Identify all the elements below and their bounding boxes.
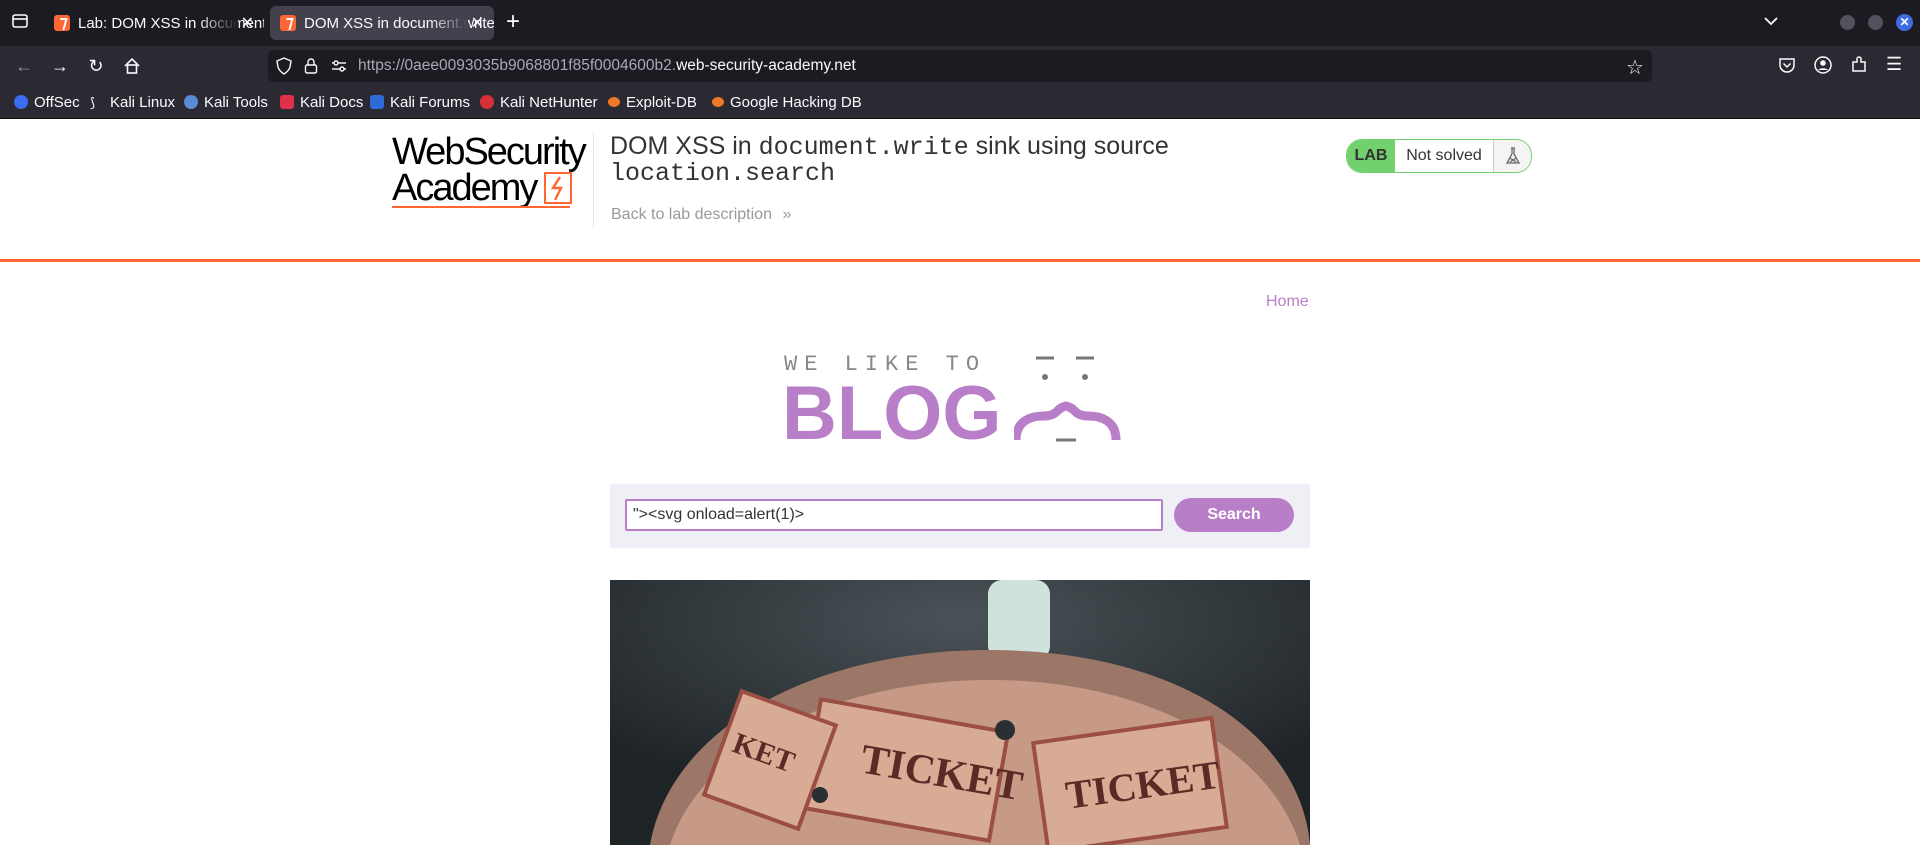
lab-status-text: Not solved <box>1406 147 1482 164</box>
blog-post-image[interactable]: TICKET TICKET KET <box>610 580 1310 845</box>
bookmark-exploit-db[interactable]: Exploit-DB <box>608 92 697 112</box>
bookmark-kali-tools[interactable]: Kali Tools <box>184 92 268 112</box>
lab-badge: LAB <box>1347 140 1395 172</box>
bookmark-kali-docs[interactable]: Kali Docs <box>280 92 363 112</box>
bookmark-kali-nethunter[interactable]: Kali NetHunter <box>480 92 598 112</box>
search-input-value: "><svg onload=alert(1)> <box>633 506 805 523</box>
bookmark-star-icon[interactable]: ☆ <box>1626 55 1644 80</box>
tracking-shield-icon[interactable] <box>276 57 292 80</box>
lab-title: DOM XSS in document.write sink using sou… <box>610 132 1169 188</box>
blog-word: BLOG <box>782 371 1002 456</box>
tab-lab[interactable]: Lab: DOM XSS in document.write sink usin… <box>44 6 264 40</box>
maximize-icon[interactable] <box>1868 15 1883 30</box>
header-divider <box>593 132 594 228</box>
lab-status-widget: LAB Not solved <box>1346 139 1532 173</box>
academy-logo[interactable]: WebSecurity Academy <box>392 133 592 214</box>
blog-face-icon <box>1014 356 1121 442</box>
menu-icon[interactable]: ☰ <box>1886 54 1902 75</box>
flask-icon <box>1493 140 1531 172</box>
kali-dragon-icon: ⟆ <box>90 95 96 110</box>
nav-home-link[interactable]: Home <box>1266 293 1309 311</box>
search-input[interactable]: "><svg onload=alert(1)> <box>625 499 1163 531</box>
burp-favicon-icon <box>54 15 70 31</box>
burp-favicon-icon <box>280 15 296 31</box>
header-separator <box>0 259 1920 262</box>
exploit-db-icon <box>608 97 620 107</box>
offsec-icon <box>14 95 28 109</box>
new-tab-icon[interactable]: + <box>506 10 520 34</box>
chevron-down-icon[interactable] <box>1762 12 1780 35</box>
back-to-lab-link[interactable]: Back to lab description » <box>611 206 791 224</box>
lightning-logo-icon <box>544 172 573 204</box>
double-chevron-right-icon: » <box>782 206 792 223</box>
lock-icon[interactable] <box>304 57 318 80</box>
bookmark-google-hacking-db[interactable]: Google Hacking DB <box>712 92 862 112</box>
tab-list-icon[interactable] <box>8 11 32 35</box>
home-icon[interactable] <box>122 56 142 81</box>
url-domain: web-security-academy.net <box>676 57 856 74</box>
search-button[interactable]: Search <box>1174 498 1294 532</box>
bookmark-offsec[interactable]: OffSec <box>14 92 80 112</box>
kali-docs-icon <box>280 95 294 109</box>
extensions-icon[interactable] <box>1850 56 1868 79</box>
close-icon[interactable]: ✕ <box>241 13 254 33</box>
reload-icon[interactable]: ↻ <box>84 54 108 78</box>
back-icon[interactable]: ← <box>12 54 36 78</box>
account-icon[interactable] <box>1814 56 1832 79</box>
close-icon[interactable]: ✕ <box>471 13 484 33</box>
logo-underline <box>392 206 570 208</box>
pocket-icon[interactable] <box>1778 56 1796 79</box>
tab-active[interactable]: DOM XSS in document.write sink using sou… <box>270 6 494 40</box>
window-close-icon[interactable]: ✕ <box>1896 14 1913 31</box>
forward-icon[interactable]: → <box>48 54 72 78</box>
minimize-icon[interactable] <box>1840 15 1855 30</box>
permissions-icon[interactable] <box>330 58 348 79</box>
kali-nethunter-icon <box>480 95 494 109</box>
bookmark-kali-forums[interactable]: Kali Forums <box>370 92 470 112</box>
url-prefix: https://0aee0093035b9068801f85f0004600b2… <box>358 57 677 74</box>
kali-forums-icon <box>370 95 384 109</box>
url-text[interactable]: https://0aee0093035b9068801f85f0004600b2… <box>358 57 856 75</box>
bookmark-kali-linux[interactable]: ⟆ Kali Linux <box>90 92 175 112</box>
kali-tools-icon <box>184 95 198 109</box>
blog-logo: WE LIKE TO BLOG <box>782 350 1142 454</box>
ghdb-icon <box>712 97 724 107</box>
